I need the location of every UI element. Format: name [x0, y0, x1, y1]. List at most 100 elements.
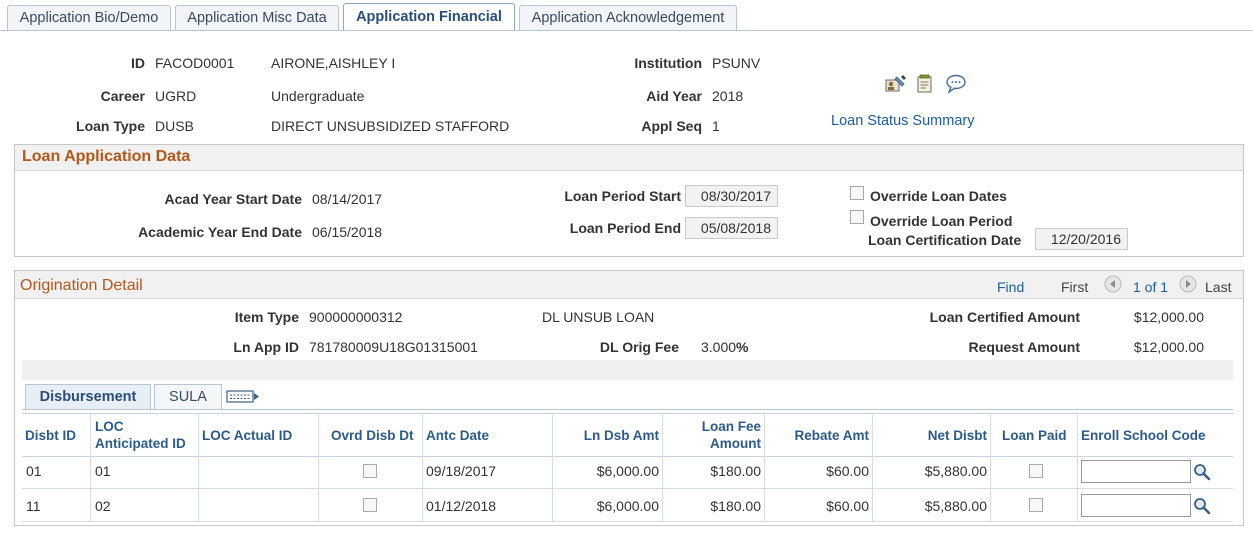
cell-net-disbt: $5,880.00: [924, 463, 987, 479]
loan-certified-amount-label: Loan Certified Amount: [929, 309, 1080, 325]
grid-tab-underline: [22, 409, 1233, 410]
first-label: First: [1061, 279, 1089, 295]
cell-antc-date: 01/12/2018: [426, 498, 497, 514]
cell-loc-anticipated-id: 01: [95, 463, 111, 479]
page-tabs: Application Bio/Demo Application Misc Da…: [0, 0, 1253, 33]
cell-rebate-amt: $60.00: [826, 498, 869, 514]
acad-start-label: Acad Year Start Date: [164, 191, 302, 207]
ln-app-id-label: Ln App ID: [233, 339, 299, 355]
comment-icon[interactable]: [945, 74, 967, 94]
loan-period-end-field: 05/08/2018: [685, 217, 778, 239]
loan-certification-date-label: Loan Certification Date: [868, 232, 1022, 248]
col-rebate-amt: Rebate Amt: [794, 428, 869, 443]
override-loan-dates-checkbox[interactable]: [850, 186, 864, 200]
cell-loc-anticipated-id: 02: [95, 498, 111, 514]
career-desc: Undergraduate: [271, 88, 365, 104]
cell-disbt-id: 11: [26, 498, 41, 514]
tab-application-bio-demo[interactable]: Application Bio/Demo: [7, 5, 171, 31]
detail-separator-band: [22, 360, 1233, 380]
loan-paid-checkbox[interactable]: [1029, 464, 1043, 478]
col-loc-actual-id: LOC Actual ID: [202, 428, 293, 443]
career-code: UGRD: [155, 88, 197, 104]
origination-detail-title: Origination Detail: [20, 277, 143, 294]
loan-certification-date-field: 12/20/2016: [1035, 228, 1128, 250]
col-antc-date: Antc Date: [426, 428, 490, 443]
acad-end-label: Academic Year End Date: [138, 224, 302, 240]
find-link[interactable]: Find: [997, 279, 1024, 295]
institution-value: PSUNV: [712, 55, 761, 71]
loan-type-code: DUSB: [155, 118, 194, 134]
career-label: Career: [100, 88, 145, 104]
loan-paid-checkbox[interactable]: [1029, 498, 1043, 512]
dl-orig-fee-value: 3.000%: [701, 339, 749, 355]
enroll-school-code-input[interactable]: [1081, 494, 1191, 517]
col-disbt-id: Disbt ID: [25, 428, 77, 443]
loan-period-end-label: Loan Period End: [569, 220, 681, 236]
acad-end-value: 06/15/2018: [312, 224, 383, 240]
col-divider: [318, 413, 319, 521]
col-divider: [422, 413, 423, 521]
col-loan-fee-line2: Amount: [710, 436, 761, 451]
ovrd-disb-dt-checkbox[interactable]: [363, 498, 377, 512]
col-net-disbt: Net Disbt: [927, 428, 987, 443]
cell-ln-dsb-amt: $6,000.00: [596, 463, 659, 479]
notepad-icon[interactable]: [916, 74, 934, 94]
tab-application-acknowledgement[interactable]: Application Acknowledgement: [519, 5, 737, 31]
tab-application-financial[interactable]: Application Financial: [343, 3, 515, 31]
cell-net-disbt: $5,880.00: [924, 498, 987, 514]
lookup-icon[interactable]: [1193, 463, 1211, 481]
col-loc-anticipated-line1: LOC: [95, 419, 124, 434]
col-divider: [90, 413, 91, 521]
ovrd-disb-dt-checkbox[interactable]: [363, 464, 377, 478]
tab-disbursement[interactable]: Disbursement: [25, 384, 151, 410]
col-divider: [1077, 413, 1078, 521]
ln-app-id-value: 781780009U18G01315001: [309, 339, 478, 355]
id-label: ID: [131, 55, 145, 71]
col-enroll-school-code: Enroll School Code: [1081, 428, 1206, 443]
override-loan-dates-label: Override Loan Dates: [870, 188, 1007, 204]
loan-type-desc: DIRECT UNSUBSIDIZED STAFFORD: [271, 118, 510, 134]
tab-application-misc-data[interactable]: Application Misc Data: [175, 5, 339, 31]
next-icon[interactable]: [1179, 275, 1197, 293]
override-loan-period-checkbox[interactable]: [850, 210, 864, 224]
dl-orig-fee-label: DL Orig Fee: [599, 339, 679, 355]
item-type-label: Item Type: [234, 309, 299, 325]
col-loan-paid: Loan Paid: [1002, 428, 1067, 443]
col-loan-fee-line1: Loan Fee: [701, 419, 761, 434]
student-name: AIRONE,AISHLEY I: [271, 55, 396, 71]
cell-ln-dsb-amt: $6,000.00: [596, 498, 659, 514]
grid-view-icon[interactable]: [225, 387, 261, 407]
row-divider: [22, 521, 1233, 522]
cell-loan-fee-amount: $180.00: [710, 463, 761, 479]
loan-application-header: [15, 145, 1243, 171]
cell-loan-fee-amount: $180.00: [710, 498, 761, 514]
last-label: Last: [1205, 279, 1232, 295]
loan-type-label: Loan Type: [76, 118, 145, 134]
person-edit-icon[interactable]: [885, 74, 907, 94]
loan-certified-amount-value: $12,000.00: [1133, 309, 1204, 325]
loan-period-start-field: 08/30/2017: [685, 185, 778, 207]
appl-seq-value: 1: [712, 118, 720, 134]
col-divider: [990, 413, 991, 521]
item-type-desc: DL UNSUB LOAN: [542, 309, 655, 325]
institution-label: Institution: [634, 55, 702, 71]
enroll-school-code-input[interactable]: [1081, 460, 1191, 483]
previous-icon[interactable]: [1104, 275, 1122, 293]
appl-seq-label: Appl Seq: [641, 118, 702, 134]
col-ln-dsb-amt: Ln Dsb Amt: [583, 428, 659, 443]
origination-detail-header: [15, 271, 1243, 299]
acad-start-value: 08/14/2017: [312, 191, 383, 207]
col-ovrd-disb-dt: Ovrd Disb Dt: [331, 428, 414, 443]
tab-sula[interactable]: SULA: [154, 384, 222, 410]
id-value: FACOD0001: [155, 55, 235, 71]
tab-underline: [0, 30, 1253, 31]
loan-status-summary-link[interactable]: Loan Status Summary: [831, 113, 974, 129]
dl-orig-fee-unit: %: [736, 339, 749, 355]
col-loc-anticipated-line2: Anticipated ID: [95, 436, 186, 451]
aid-year-label: Aid Year: [646, 88, 702, 104]
col-divider: [198, 413, 199, 521]
item-type-value: 900000000312: [309, 309, 403, 325]
lookup-icon[interactable]: [1193, 497, 1211, 515]
request-amount-value: $12,000.00: [1133, 339, 1204, 355]
cell-disbt-id: 01: [26, 463, 42, 479]
